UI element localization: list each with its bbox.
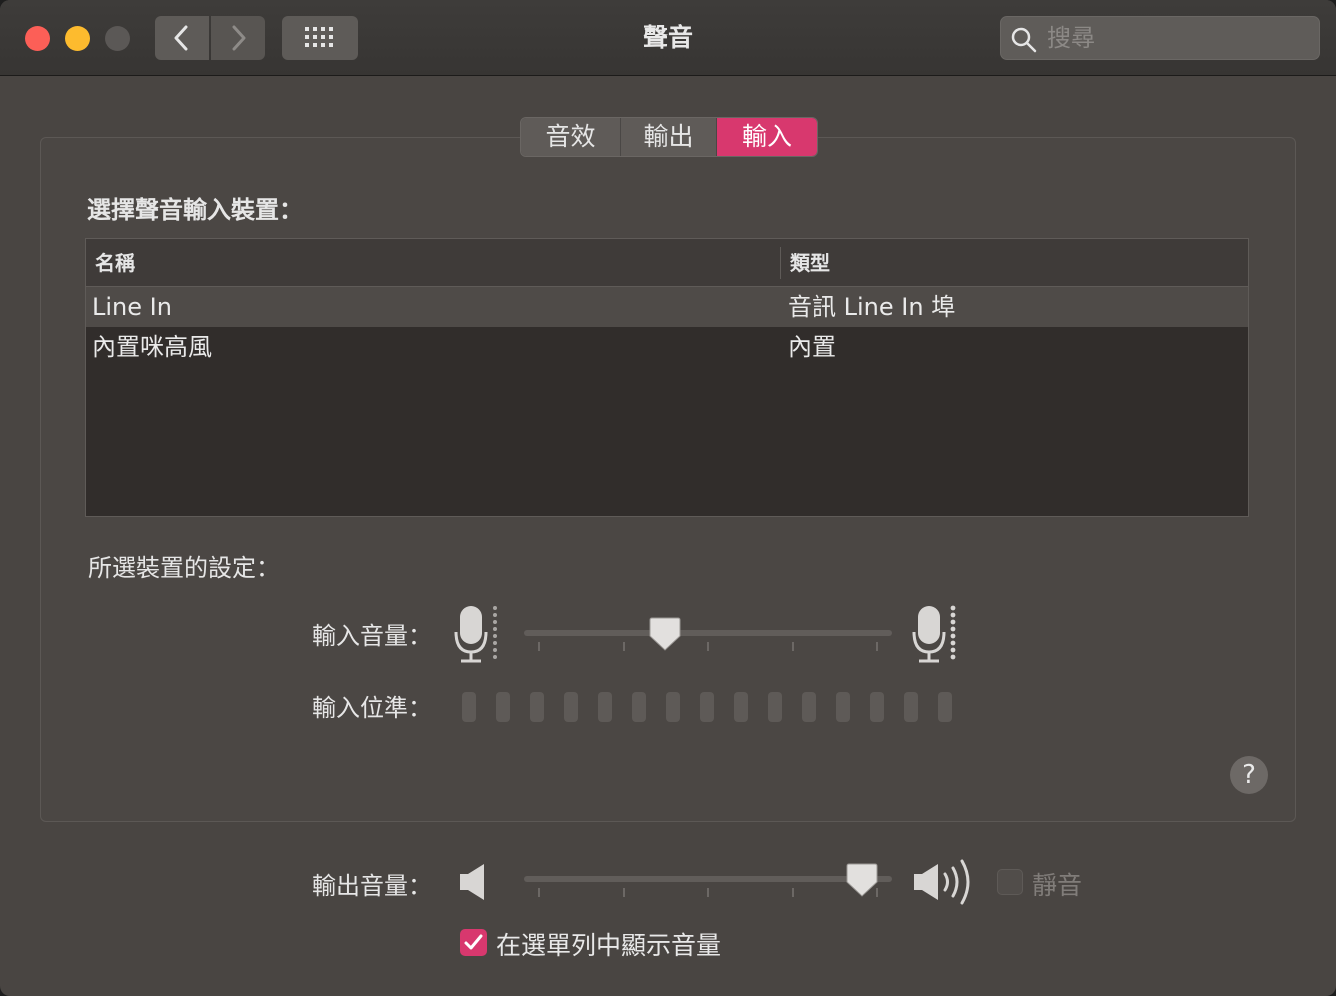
slider-tick (876, 642, 878, 651)
slider-tick (623, 642, 625, 651)
microphone-low-icon (454, 606, 497, 663)
sound-preferences-window: 聲音 音效 輸出 輸入 選擇聲音輸入裝置： 名稱 類型 Line In 音訊 L… (0, 0, 1336, 996)
output-volume-slider[interactable] (524, 862, 892, 902)
device-name: Line In (92, 293, 172, 321)
column-divider (780, 247, 781, 279)
level-segment (870, 692, 884, 722)
tab-output[interactable]: 輸出 (621, 118, 717, 156)
slider-track (524, 876, 892, 882)
output-volume-knob[interactable] (845, 862, 879, 898)
show-volume-in-menubar-label[interactable]: 在選單列中顯示音量 (496, 926, 721, 962)
tab-sound-effects[interactable]: 音效 (521, 118, 621, 156)
input-volume-knob[interactable] (648, 616, 682, 652)
level-segment (802, 692, 816, 722)
level-segment (734, 692, 748, 722)
slider-tick (538, 888, 540, 897)
slider-tick (792, 642, 794, 651)
slider-tick (538, 642, 540, 651)
search-input[interactable] (1047, 23, 1307, 53)
tab-input[interactable]: 輸入 (717, 118, 817, 156)
level-segment (836, 692, 850, 722)
mute-label[interactable]: 靜音 (1032, 866, 1082, 902)
table-row[interactable]: 內置咪高風 內置 (86, 327, 1248, 367)
level-segment (666, 692, 680, 722)
level-segment (904, 692, 918, 722)
table-header: 名稱 類型 (86, 239, 1248, 287)
search-field[interactable] (1000, 16, 1320, 60)
tab-bar: 音效 輸出 輸入 (520, 117, 818, 157)
slider-tick (707, 888, 709, 897)
level-segment (462, 692, 476, 722)
device-section-label: 選擇聲音輸入裝置： (87, 196, 303, 224)
search-icon (1011, 27, 1037, 53)
device-type: 音訊 Line In 埠 (788, 293, 956, 321)
device-name: 內置咪高風 (92, 333, 212, 361)
mute-checkbox[interactable] (997, 869, 1023, 895)
slider-track (524, 630, 892, 636)
input-level-label: 輸入位準： (312, 694, 432, 722)
table-row[interactable]: Line In 音訊 Line In 埠 (86, 287, 1248, 327)
microphone-high-icon (912, 605, 956, 663)
input-volume-label: 輸入音量： (312, 622, 432, 650)
slider-tick (792, 888, 794, 897)
show-volume-in-menubar-checkbox[interactable] (460, 929, 487, 956)
level-segment (768, 692, 782, 722)
output-volume-label: 輸出音量： (312, 872, 432, 900)
title-bar: 聲音 (0, 0, 1336, 76)
slider-ticks (524, 888, 892, 898)
selected-device-settings-label: 所選裝置的設定： (88, 554, 280, 582)
slider-tick (707, 642, 709, 651)
column-header-name[interactable]: 名稱 (95, 239, 135, 287)
checkmark-icon (464, 934, 483, 950)
help-button[interactable]: ? (1230, 756, 1268, 794)
level-segment (564, 692, 578, 722)
column-header-type[interactable]: 類型 (790, 239, 830, 287)
speaker-low-icon (460, 864, 484, 900)
level-segment (496, 692, 510, 722)
slider-tick (623, 888, 625, 897)
input-device-table[interactable]: 名稱 類型 Line In 音訊 Line In 埠 內置咪高風 內置 (85, 238, 1249, 517)
level-segment (700, 692, 714, 722)
slider-ticks (524, 642, 892, 652)
level-segment (598, 692, 612, 722)
level-segment (530, 692, 544, 722)
speaker-high-icon (914, 859, 970, 905)
input-level-meter (462, 692, 962, 722)
input-volume-slider[interactable] (524, 616, 892, 656)
device-type: 內置 (788, 333, 836, 361)
level-segment (632, 692, 646, 722)
level-segment (938, 692, 952, 722)
